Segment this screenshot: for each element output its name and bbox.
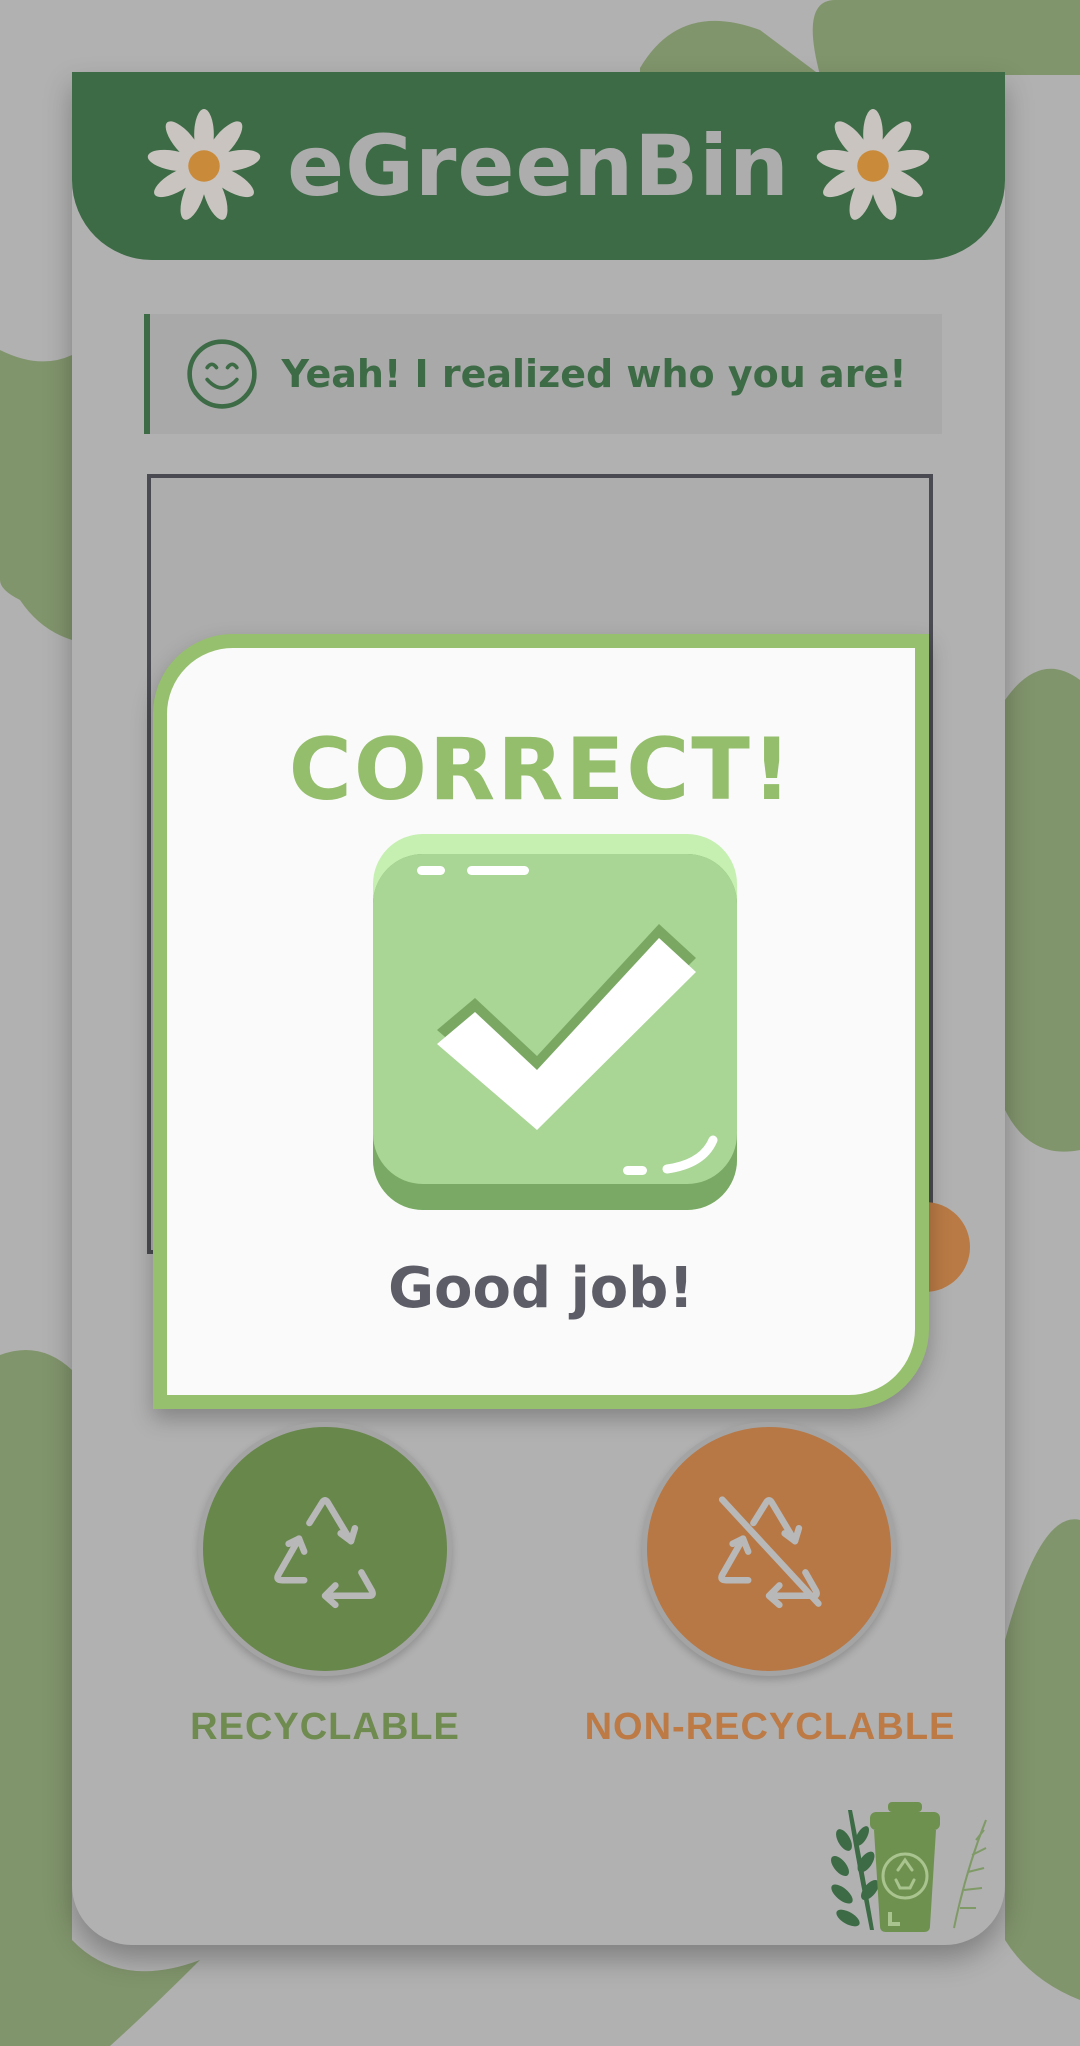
recognition-banner: Yeah! I realized who you are! xyxy=(144,314,942,434)
non-recyclable-label: NON-RECYCLABLE xyxy=(584,1706,956,1748)
daisy-icon xyxy=(147,108,261,220)
banner-message: Yeah! I realized who you are! xyxy=(281,352,907,396)
recyclable-label: RECYCLABLE xyxy=(190,1706,460,1748)
recycle-icon xyxy=(274,1497,376,1609)
result-modal: CORRECT! Good job! xyxy=(153,634,929,1409)
app-title: eGreenBin xyxy=(287,117,790,215)
non-recyclable-button[interactable] xyxy=(642,1422,896,1676)
smiley-face-icon xyxy=(187,339,258,409)
recyclable-button[interactable] xyxy=(198,1422,452,1676)
check-mark-icon xyxy=(373,834,737,1210)
result-heading: CORRECT! xyxy=(288,720,794,820)
no-recycle-icon xyxy=(718,1496,822,1609)
app-header: eGreenBin xyxy=(72,72,1005,260)
green-bin-logo xyxy=(831,1802,987,1932)
result-subtext: Good job! xyxy=(388,1256,694,1321)
daisy-icon xyxy=(816,108,930,220)
